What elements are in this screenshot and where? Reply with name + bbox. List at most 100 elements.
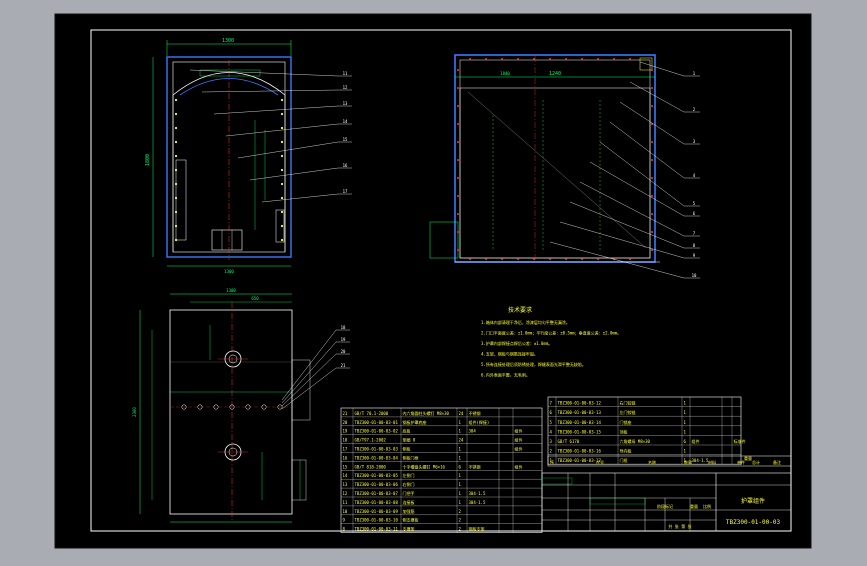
parts-cell: TBZ300-01-00-03-06 — [355, 482, 399, 487]
parts-cell: TBZ300-01-00-03-10 — [355, 518, 399, 523]
parts-cell: GB/T 6170 — [558, 439, 580, 444]
parts-header-cell: 材料 — [708, 459, 716, 465]
plan-callout-label: 19 — [341, 337, 346, 342]
front-bottom-dim: 1300 — [224, 269, 234, 274]
parts-cell: 钢板护罩底座 — [403, 419, 427, 425]
parts-header-cell: 数量 — [684, 459, 692, 465]
plan-sub-dim: 650 — [251, 296, 259, 301]
parts-cell: TBZ300-01-00-03-01 — [355, 420, 399, 425]
parts-cell: TBZ300-01-00-03-04 — [355, 455, 399, 460]
parts-header-cell: 总计 — [752, 459, 760, 465]
parts-cell: 组件 — [515, 463, 523, 469]
title-sheet-info: 共 张 第 张 — [668, 523, 691, 529]
front-callout-label: 15 — [343, 137, 348, 142]
parts-cell: 17 — [343, 447, 348, 452]
title-drawing-code: TBZ300-01-00-03 — [726, 519, 781, 526]
parts-cell: 钢板支架 — [469, 526, 485, 532]
front-callout-label: 12 — [343, 85, 348, 90]
parts-cell: 不锈钢 — [469, 410, 481, 416]
parts-cell: 导向板 — [620, 448, 632, 454]
parts-cell: 门把手 — [403, 490, 415, 496]
title-drawing-name: 护罩组件 — [741, 497, 765, 505]
parts-cell: 19 — [343, 429, 348, 434]
parts-cell: 不锈钢 — [469, 463, 481, 469]
front-height-dim: 1800 — [145, 154, 151, 166]
parts-cell: 侧支撑板 — [403, 517, 419, 523]
drawing-canvas[interactable]: 1300 1800 1300 11 12 13 14 15 16 17 1240 1840 … — [0, 0, 867, 562]
parts-cell: 右侧门 — [403, 481, 415, 487]
parts-cell: GB/T 70.1-2000 — [355, 411, 389, 416]
parts-cell: TBZ300-01-00-03-13 — [558, 410, 602, 415]
title-scale-label: 比例 — [703, 503, 711, 509]
title-stage-label: 阶段标记 — [657, 503, 673, 509]
parts-cell: 12 — [343, 491, 348, 496]
parts-cell: 顶板 — [620, 428, 628, 434]
parts-cell: TBZ300-01-00-03-03 — [355, 447, 399, 452]
front-callout-label: 14 — [343, 119, 348, 124]
parts-cell: TBZ300-01-00-03-11 — [355, 527, 399, 532]
parts-cell: 内六角圆柱头螺钉 M8×30 — [403, 410, 450, 416]
plan-width-dim: 1300 — [226, 288, 236, 293]
plan-callout-label: 20 — [341, 349, 346, 354]
front-width-dim: 1300 — [222, 38, 234, 44]
parts-cell: 304-1.5 — [469, 491, 486, 496]
plan-callout-label: 18 — [341, 325, 346, 330]
parts-cell: 304-1.5 — [692, 458, 709, 463]
front-callout-label: 16 — [343, 163, 348, 168]
tech-note-line: 6.内外表面平整，无毛刺。 — [481, 372, 530, 378]
tech-note-line: 2.门口平面度公差：±1.0mm；平行度公差：±0.5mm；垂直度公差：±2.0… — [481, 330, 621, 336]
parts-cell: 侧板门框 — [403, 454, 419, 460]
parts-cell: 垫圈 8 — [403, 437, 416, 443]
parts-cell: 10 — [343, 509, 348, 514]
cad-viewport[interactable]: 1300 1800 1300 11 12 13 14 15 16 17 1240… — [0, 0, 867, 562]
parts-cell: 组件 — [515, 437, 523, 443]
tech-note-line: 4.支架、钢板与钢筋连接牢固。 — [481, 351, 538, 357]
parts-cell: TBZ300-01-00-03-08 — [355, 500, 399, 505]
side-callout-label: 10 — [692, 273, 697, 278]
parts-cell: TBZ300-01-00-03-05 — [355, 473, 399, 478]
parts-cell: GB/T97.1-2002 — [355, 438, 387, 443]
parts-cell: 门框 — [620, 457, 628, 463]
parts-cell: 右门铰链 — [620, 400, 636, 406]
parts-header-cell: 代号 — [596, 459, 604, 465]
parts-cell: GB/T 818-2000 — [355, 464, 387, 469]
parts-cell: 连接板 — [403, 499, 415, 505]
parts-header-cell: 备注 — [773, 459, 781, 465]
plan-height-dim: 2300 — [132, 407, 137, 417]
parts-cell: 侧板 — [403, 446, 411, 452]
parts-cell: 六角螺母 M8×30 — [620, 438, 651, 444]
side-width-dim: 1240 — [549, 71, 561, 77]
parts-cell: TBZ300-01-00-03-17 — [558, 458, 602, 463]
front-callout-label: 11 — [343, 71, 348, 76]
parts-cell: 门锁座 — [620, 419, 632, 425]
parts-cell: 16 — [343, 455, 348, 460]
parts-cell: 11 — [343, 500, 348, 505]
parts-cell: TBZ300-01-00-03-15 — [558, 429, 602, 434]
parts-cell: 13 — [343, 482, 348, 487]
parts-cell: TBZ300-01-00-03-09 — [355, 509, 399, 514]
parts-cell: 加强筋 — [403, 508, 415, 514]
parts-cell: 18 — [343, 438, 348, 443]
parts-cell: TBZ300-01-00-03-12 — [558, 401, 602, 406]
parts-cell: 24 — [459, 411, 464, 416]
parts-cell: 304 — [469, 429, 477, 434]
parts-cell: 标准件 — [734, 438, 746, 444]
parts-cell: 组件(焊接) — [469, 419, 490, 425]
tech-note-line: 1.箱体内部清理干净后，涂漆层均匀平整无漏涂。 — [481, 319, 570, 325]
parts-cell: 304-1.5 — [469, 500, 486, 505]
tech-notes-title: 技术要求 — [508, 306, 532, 314]
front-callout-label: 17 — [343, 189, 348, 194]
parts-header-weight: 重量 — [744, 455, 752, 461]
parts-cell: 支撑架 — [403, 526, 415, 532]
parts-cell: 20 — [343, 420, 348, 425]
parts-cell: 底板 — [403, 428, 411, 434]
title-weight-label: 重量 — [690, 503, 698, 509]
parts-cell: 24 — [459, 438, 464, 443]
parts-cell: 左门铰链 — [620, 409, 636, 415]
parts-cell: TBZ300-01-00-03-02 — [355, 429, 399, 434]
side-note-dim: 1840 — [500, 71, 510, 76]
parts-cell: 15 — [343, 464, 348, 469]
parts-cell: TBZ300-01-00-03-14 — [558, 420, 602, 425]
front-callout-label: 13 — [343, 101, 348, 106]
parts-cell: 组件 — [692, 438, 700, 444]
